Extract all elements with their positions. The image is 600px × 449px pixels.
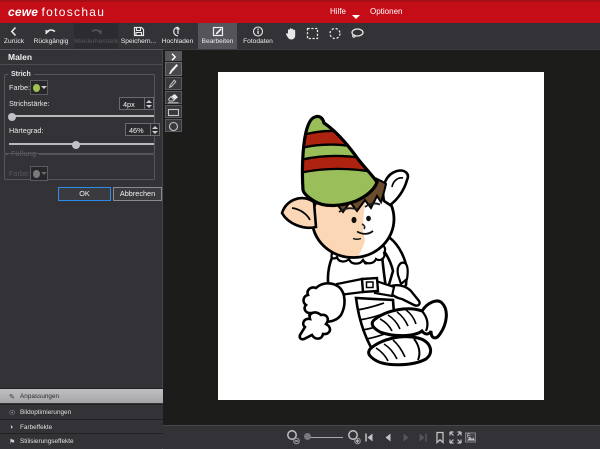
- svg-text:E: E: [467, 434, 471, 440]
